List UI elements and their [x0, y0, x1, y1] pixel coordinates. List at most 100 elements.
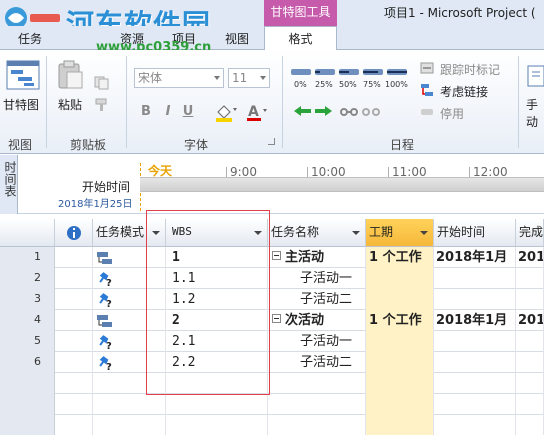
row-number[interactable]: 5 — [0, 331, 55, 352]
row-number[interactable]: 6 — [0, 352, 55, 373]
row-number[interactable]: 3 — [0, 289, 55, 310]
italic-icon[interactable]: I — [160, 104, 176, 120]
task-mode-cell[interactable] — [93, 415, 166, 435]
indicator-cell[interactable] — [55, 415, 93, 435]
duration-cell[interactable]: 1 个工作 — [366, 310, 434, 331]
row-number[interactable]: 1 — [0, 247, 55, 268]
indicator-cell[interactable] — [55, 289, 93, 310]
indent-right-icon[interactable] — [314, 104, 334, 118]
format-painter-icon[interactable] — [94, 98, 110, 112]
font-size-dropdown[interactable]: 11 — [228, 68, 270, 88]
finish-cell[interactable] — [516, 373, 544, 394]
respect-links-icon[interactable] — [420, 83, 434, 97]
timeline-bar[interactable] — [140, 177, 544, 192]
table-row[interactable] — [0, 394, 544, 415]
duration-cell[interactable] — [366, 373, 434, 394]
tab-view[interactable]: 视图 — [225, 30, 249, 47]
duration-cell[interactable] — [366, 352, 434, 373]
indent-left-icon[interactable] — [292, 104, 312, 118]
finish-cell[interactable]: 201 — [516, 247, 544, 268]
header-wbs[interactable]: WBS — [166, 219, 268, 247]
gantt-chart-label[interactable]: 甘特图 — [3, 96, 39, 113]
table-row[interactable] — [0, 415, 544, 435]
table-row[interactable]: 1 1 主活动 1 个工作 2018年1月 201 — [0, 247, 544, 268]
mark-on-track-button[interactable]: 跟踪时标记 — [440, 61, 500, 78]
paste-icon[interactable] — [56, 60, 84, 90]
wbs-cell[interactable]: 1.1 — [166, 268, 268, 289]
duration-cell[interactable] — [366, 394, 434, 415]
start-cell[interactable] — [434, 331, 516, 352]
font-name-dropdown[interactable]: 宋体 — [134, 68, 224, 88]
task-mode-cell[interactable] — [93, 373, 166, 394]
wbs-cell[interactable]: 1.2 — [166, 289, 268, 310]
wbs-cell[interactable]: 2.1 — [166, 331, 268, 352]
chevron-down-icon[interactable] — [152, 231, 160, 235]
task-name-cell[interactable]: 子活动一 — [268, 268, 366, 289]
finish-cell[interactable] — [516, 268, 544, 289]
finish-cell[interactable] — [516, 331, 544, 352]
wbs-cell[interactable] — [166, 415, 268, 435]
task-mode-cell[interactable]: ? — [93, 352, 166, 373]
task-name-cell[interactable]: 子活动一 — [268, 331, 366, 352]
paste-label[interactable]: 粘贴 — [58, 96, 82, 113]
task-name-cell[interactable] — [268, 415, 366, 435]
task-mode-cell[interactable]: ? — [93, 268, 166, 289]
select-all-corner[interactable] — [0, 219, 55, 247]
finish-cell[interactable]: 201 — [516, 310, 544, 331]
start-cell[interactable]: 2018年1月 — [434, 310, 516, 331]
duration-cell[interactable]: 1 个工作 — [366, 247, 434, 268]
chevron-down-icon[interactable] — [352, 231, 360, 235]
row-number[interactable]: 2 — [0, 268, 55, 289]
indicator-cell[interactable] — [55, 352, 93, 373]
manual-schedule-icon[interactable] — [526, 62, 544, 90]
tab-task[interactable]: 任务 — [18, 30, 42, 47]
start-cell[interactable] — [434, 268, 516, 289]
finish-cell[interactable] — [516, 394, 544, 415]
start-cell[interactable] — [434, 394, 516, 415]
table-row[interactable]: 3? 1.2 子活动二 — [0, 289, 544, 310]
indicator-cell[interactable] — [55, 373, 93, 394]
indicator-cell[interactable] — [55, 268, 93, 289]
start-cell[interactable] — [434, 373, 516, 394]
link-tasks-icon[interactable] — [340, 106, 358, 118]
row-number[interactable] — [0, 394, 55, 415]
indicator-cell[interactable] — [55, 310, 93, 331]
table-row[interactable]: 2? 1.1 子活动一 — [0, 268, 544, 289]
table-row[interactable]: 4 2 次活动 1 个工作 2018年1月 201 — [0, 310, 544, 331]
indicator-cell[interactable] — [55, 331, 93, 352]
wbs-cell[interactable]: 2.2 — [166, 352, 268, 373]
fill-color-icon[interactable] — [214, 102, 238, 122]
header-start[interactable]: 开始时间 — [434, 219, 516, 247]
header-indicators[interactable] — [55, 219, 93, 247]
duration-cell[interactable] — [366, 331, 434, 352]
finish-cell[interactable] — [516, 352, 544, 373]
font-dialog-launcher-icon[interactable] — [268, 138, 275, 145]
task-name-cell[interactable]: 主活动 — [268, 247, 366, 268]
gantt-chart-icon[interactable] — [6, 60, 40, 90]
respect-links-button[interactable]: 考虑链接 — [440, 83, 488, 100]
unlink-tasks-icon[interactable] — [362, 106, 380, 118]
inactivate-button[interactable]: 停用 — [440, 105, 464, 122]
wbs-cell[interactable]: 1 — [166, 247, 268, 268]
task-mode-cell[interactable] — [93, 310, 166, 331]
header-duration[interactable]: 工期 — [366, 219, 434, 247]
wbs-cell[interactable]: 2 — [166, 310, 268, 331]
row-number[interactable]: 4 — [0, 310, 55, 331]
task-mode-cell[interactable] — [93, 394, 166, 415]
finish-cell[interactable] — [516, 289, 544, 310]
task-name-cell[interactable]: 子活动二 — [268, 289, 366, 310]
table-row[interactable]: 6? 2.2 子活动二 — [0, 352, 544, 373]
finish-cell[interactable] — [516, 415, 544, 435]
row-number[interactable] — [0, 373, 55, 394]
task-mode-cell[interactable]: ? — [93, 289, 166, 310]
font-color-icon[interactable]: A — [246, 102, 268, 122]
chevron-down-icon[interactable] — [420, 231, 428, 235]
task-name-cell[interactable]: 子活动二 — [268, 352, 366, 373]
task-mode-cell[interactable]: ? — [93, 331, 166, 352]
task-name-cell[interactable]: 次活动 — [268, 310, 366, 331]
manual-schedule-label[interactable]: 手动 — [526, 96, 544, 130]
task-name-cell[interactable] — [268, 373, 366, 394]
collapse-icon[interactable] — [272, 314, 281, 323]
task-mode-cell[interactable] — [93, 247, 166, 268]
wbs-cell[interactable] — [166, 373, 268, 394]
